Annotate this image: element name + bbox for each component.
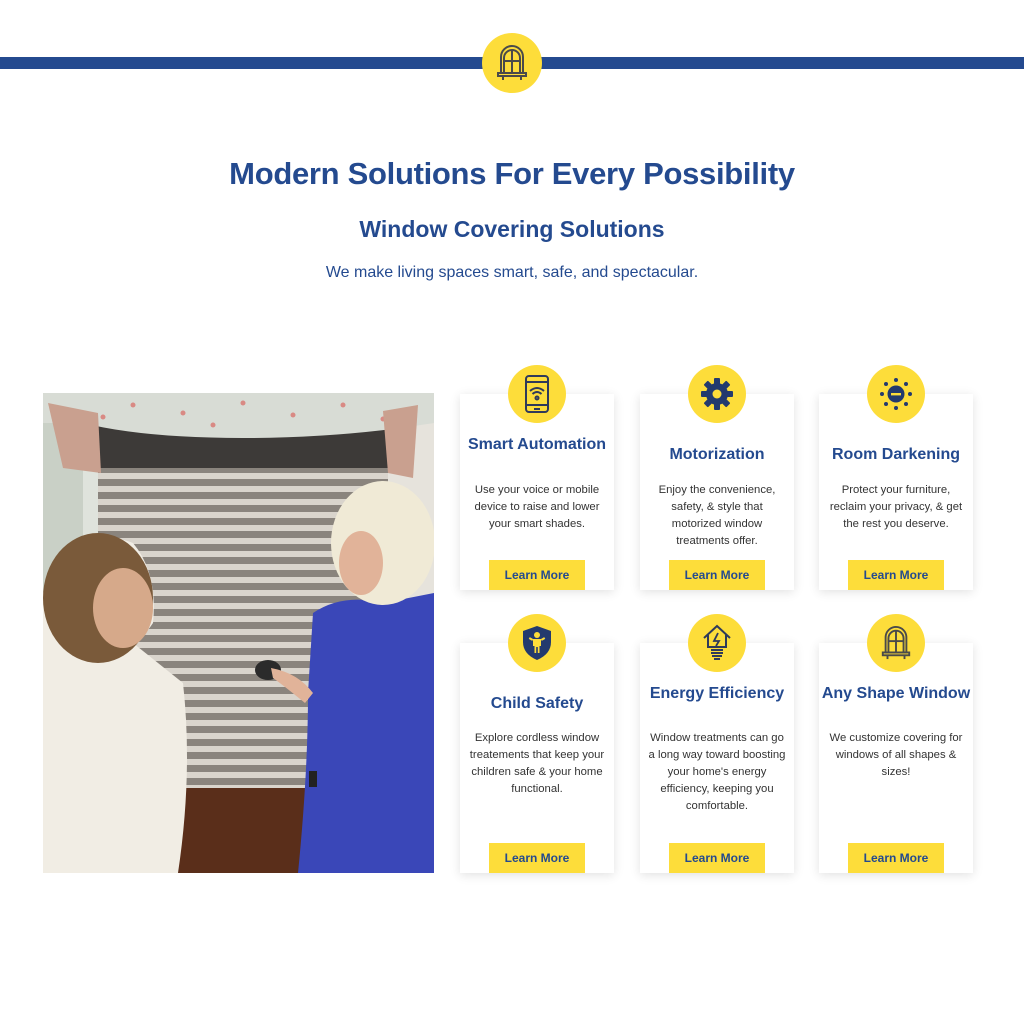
learn-more-button[interactable]: Learn More <box>848 843 944 873</box>
page-tagline: We make living spaces smart, safe, and s… <box>325 264 699 281</box>
feature-card-energy-efficiency: Energy Efficiency Window treatments can … <box>640 614 794 873</box>
card-description: Protect your furniture, reclaim your pri… <box>829 484 963 530</box>
feature-card-smart-automation: Smart Automation Use your voice or mobil… <box>460 365 614 590</box>
showroom-photo <box>43 393 434 873</box>
feature-card-child-safety: Child Safety Explore cordless window tre… <box>460 614 614 873</box>
card-title: Energy Efficiency <box>649 685 785 702</box>
learn-more-button[interactable]: Learn More <box>669 560 765 590</box>
card-title: Smart Automation <box>467 436 607 453</box>
feature-card-motorization: Motorization Enjoy the convenience, safe… <box>640 365 794 590</box>
house-bulb-icon <box>703 624 731 660</box>
card-title: Any Shape Window <box>821 685 971 702</box>
child-shield-icon <box>523 626 551 660</box>
learn-more-button[interactable]: Learn More <box>669 843 765 873</box>
card-description: We customize covering for windows of all… <box>829 732 963 778</box>
card-description: Use your voice or mobile device to raise… <box>474 484 600 530</box>
learn-more-button[interactable]: Learn More <box>848 560 944 590</box>
gear-icon <box>701 378 733 410</box>
page-title: Modern Solutions For Every Possibility <box>229 156 795 191</box>
card-title: Room Darkening <box>831 446 960 463</box>
card-title: Child Safety <box>490 695 584 712</box>
smartphone-wifi-icon <box>525 375 549 413</box>
page-subtitle: Window Covering Solutions <box>359 216 665 242</box>
card-description: Enjoy the convenience, safety, & style t… <box>658 484 776 547</box>
shade-pleat <box>98 486 388 492</box>
feature-card-room-darkening: Room Darkening Protect your furniture, r… <box>819 365 973 590</box>
arched-window-icon <box>881 626 911 660</box>
card-description: Explore cordless window treatements that… <box>469 732 605 795</box>
learn-more-button[interactable]: Learn More <box>489 560 585 590</box>
feature-card-any-shape-window: Any Shape Window We customize covering f… <box>819 614 973 873</box>
card-title: Motorization <box>669 446 765 463</box>
header-badge <box>482 33 542 93</box>
arched-window-icon <box>497 45 527 80</box>
card-description: Window treatments can go a long way towa… <box>648 732 786 812</box>
sun-darkening-icon <box>880 378 912 410</box>
shade-pleat <box>98 473 388 479</box>
learn-more-button[interactable]: Learn More <box>489 843 585 873</box>
